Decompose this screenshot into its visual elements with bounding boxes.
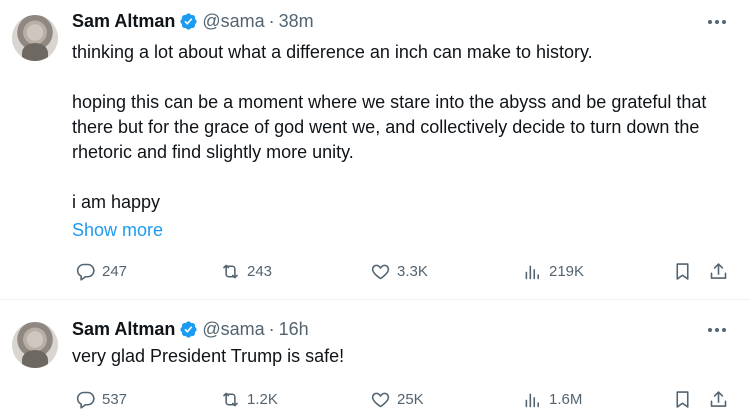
tweet-paragraph: hoping this can be a moment where we sta… (72, 92, 707, 162)
avatar[interactable] (12, 322, 58, 368)
tweet-paragraph: i am happy (72, 192, 161, 212)
show-more-link[interactable]: Show more (72, 218, 163, 243)
verified-badge-icon (180, 320, 197, 338)
tweet-paragraph: thinking a lot about what a difference a… (72, 42, 593, 62)
bookmark-icon (676, 262, 689, 280)
verified-badge-icon (180, 12, 197, 30)
retweet-button[interactable]: 243 (220, 259, 272, 283)
analytics-icon (525, 392, 539, 407)
retweet-count: 243 (247, 262, 273, 280)
more-options-icon[interactable] (702, 12, 732, 32)
avatar[interactable] (12, 15, 58, 61)
reply-button[interactable]: 247 (75, 259, 127, 283)
view-count: 1.6M (549, 390, 583, 408)
share-button[interactable] (708, 259, 729, 283)
retweet-icon (223, 264, 238, 278)
tweet-text: very glad President Trump is safe! (72, 344, 732, 369)
tweet-actions: 247 243 3.3K 219K (72, 259, 732, 283)
heart-icon (371, 264, 390, 279)
timestamp[interactable]: 38m (279, 11, 314, 32)
share-icon (710, 262, 727, 279)
view-count: 219K (549, 262, 585, 280)
like-button[interactable]: 3.3K (370, 259, 428, 283)
retweet-icon (223, 392, 238, 406)
separator: · (268, 318, 275, 339)
views-button[interactable]: 1.6M (522, 387, 582, 411)
more-options-icon[interactable] (702, 320, 732, 340)
timestamp[interactable]: 16h (279, 319, 309, 340)
tweet-text: thinking a lot about what a difference a… (72, 40, 732, 215)
separator: · (268, 10, 275, 31)
reply-count: 247 (102, 262, 128, 280)
like-count: 3.3K (397, 262, 428, 280)
views-button[interactable]: 219K (522, 259, 584, 283)
retweet-count: 1.2K (247, 390, 278, 408)
reply-count: 537 (102, 390, 128, 408)
author-handle[interactable]: @sama (202, 11, 264, 32)
analytics-icon (525, 264, 539, 279)
tweet[interactable]: Sam Altman @sama · 16h very glad Preside… (0, 300, 750, 419)
retweet-button[interactable]: 1.2K (220, 387, 278, 411)
bookmark-button[interactable] (672, 387, 693, 411)
bookmark-icon (676, 390, 689, 408)
author-name[interactable]: Sam Altman (72, 11, 175, 32)
reply-icon (76, 391, 95, 409)
tweet-header: Sam Altman @sama · 38m (72, 8, 314, 34)
tweet-paragraph: very glad President Trump is safe! (72, 346, 345, 366)
tweet[interactable]: Sam Altman @sama · 38m thinking a lot ab… (0, 0, 750, 300)
like-button[interactable]: 25K (370, 387, 424, 411)
reply-icon (76, 263, 95, 281)
share-icon (710, 390, 727, 407)
author-name[interactable]: Sam Altman (72, 319, 175, 340)
heart-icon (371, 392, 390, 407)
bookmark-button[interactable] (672, 259, 693, 283)
tweet-header: Sam Altman @sama · 16h (72, 316, 309, 342)
like-count: 25K (397, 390, 424, 408)
share-button[interactable] (708, 387, 729, 411)
author-handle[interactable]: @sama (202, 319, 264, 340)
tweet-actions: 537 1.2K 25K 1.6M (72, 387, 732, 411)
reply-button[interactable]: 537 (75, 387, 127, 411)
